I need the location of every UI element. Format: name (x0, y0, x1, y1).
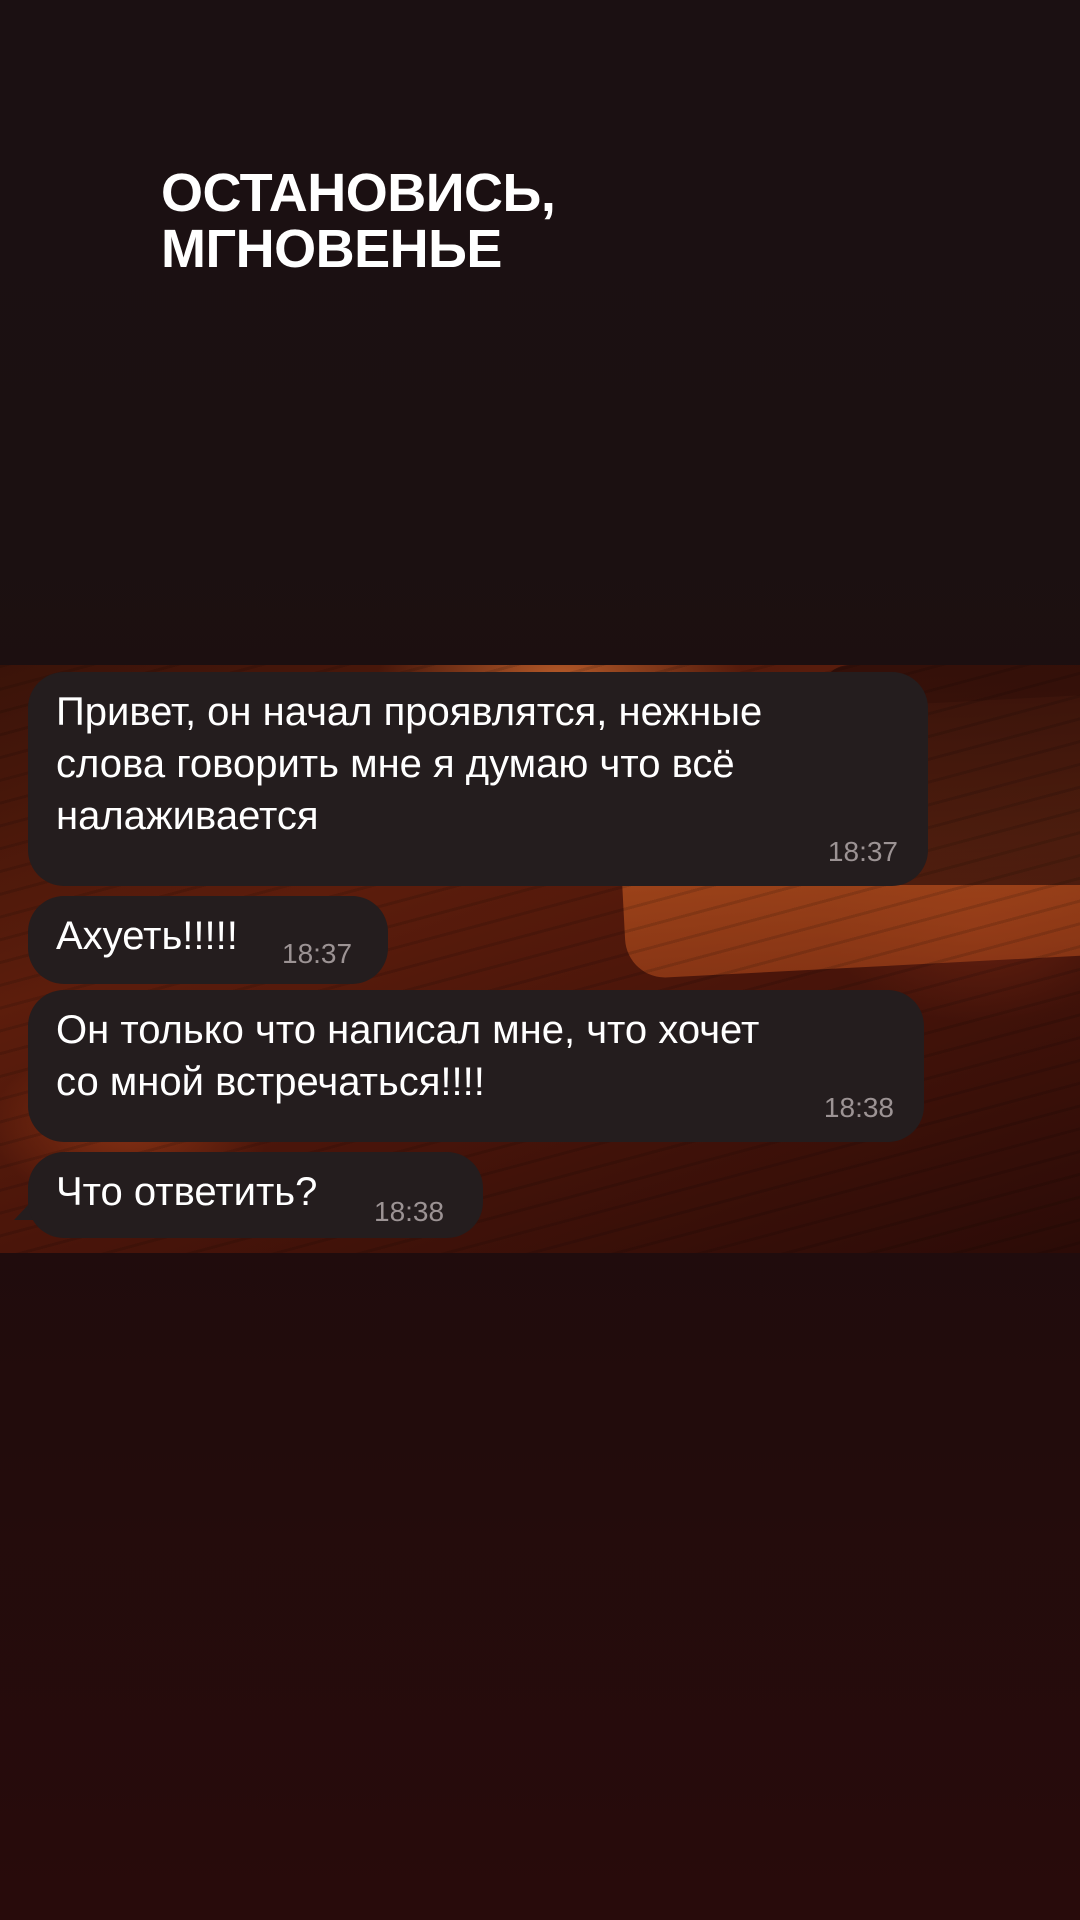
message-bubble[interactable]: Привет, он начал проявлятся, нежные слов… (28, 672, 928, 886)
message-timestamp: 18:37 (282, 938, 353, 969)
headline-line-1: ОСТАНОВИСЬ, (161, 163, 556, 223)
message-text: Что ответить? (56, 1170, 318, 1214)
message-timestamp: 18:38 (374, 1196, 445, 1227)
message-text: Он только что написал мне, что хочет со … (56, 1008, 760, 1104)
message-bubble[interactable]: Он только что написал мне, что хочет со … (28, 990, 924, 1142)
headline: ОСТАНОВИСЬ, МГНОВЕНЬЕ (161, 163, 556, 279)
message-timestamp: 18:37 (827, 836, 898, 867)
message-bubble[interactable]: Что ответить? 18:38 (28, 1152, 483, 1238)
message-bubble[interactable]: Ахуеть!!!!! 18:37 (28, 896, 388, 984)
message-text: Ахуеть!!!!! (56, 914, 238, 958)
message-timestamp: 18:38 (823, 1092, 894, 1123)
headline-line-2: МГНОВЕНЬЕ (161, 219, 502, 279)
message-text: Привет, он начал проявлятся, нежные слов… (56, 690, 763, 838)
